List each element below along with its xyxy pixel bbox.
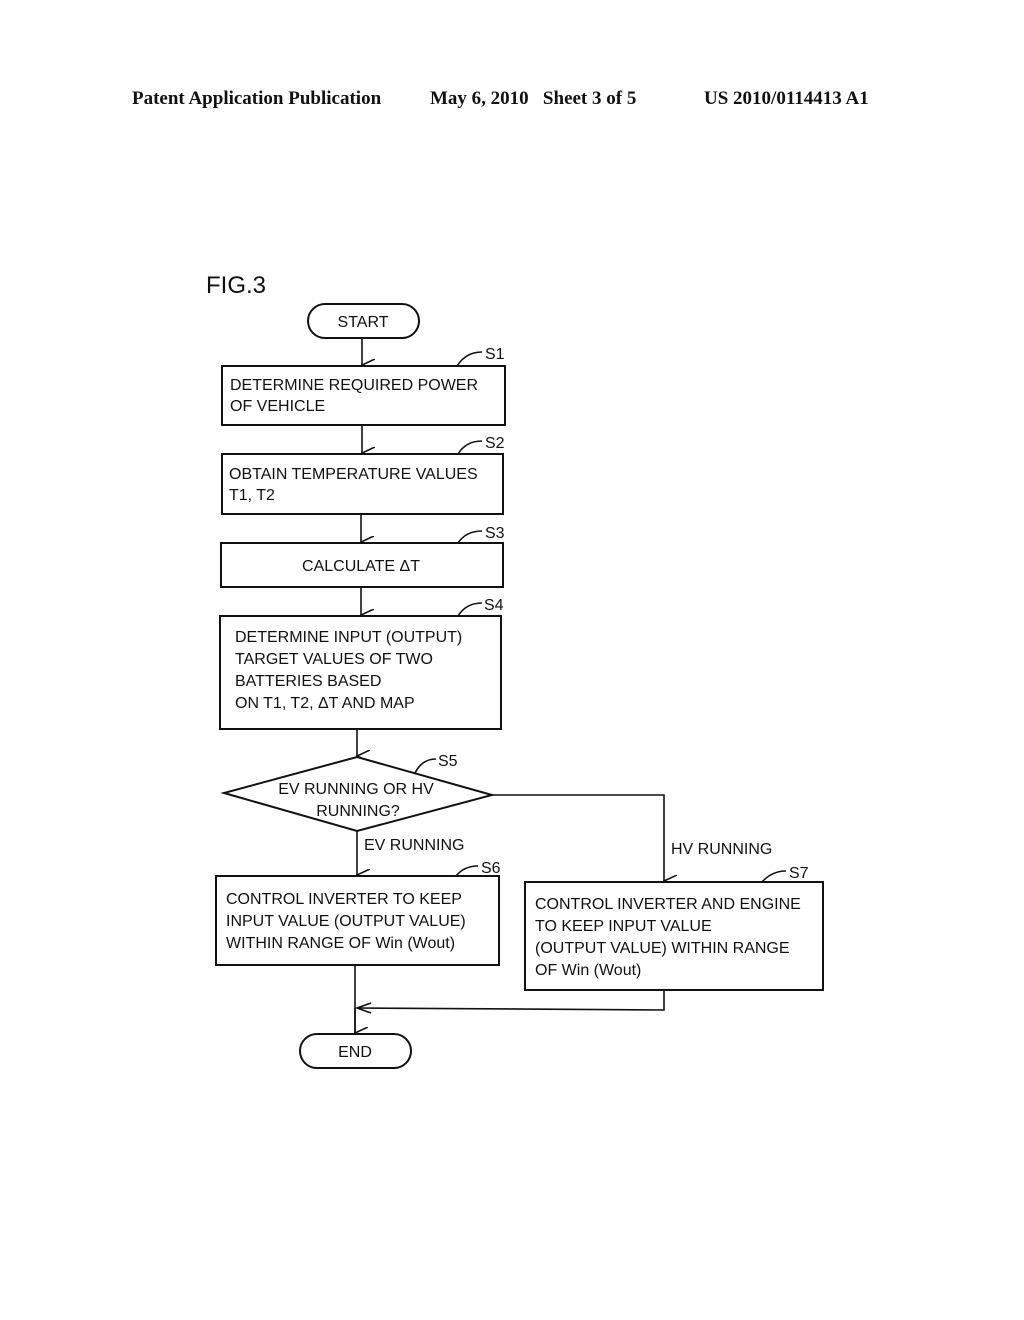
step-s3-line1: CALCULATE ΔT bbox=[302, 558, 420, 575]
decision-s5: EV RUNNING OR HV RUNNING? S5 bbox=[220, 753, 496, 833]
start-terminal: START bbox=[307, 303, 420, 339]
step-s1-line1: DETERMINE REQUIRED POWER bbox=[230, 377, 478, 394]
arrow-s5-s7 bbox=[492, 794, 664, 881]
decision-s5-leader bbox=[414, 758, 437, 774]
step-s6-leader bbox=[455, 865, 479, 877]
step-s3: CALCULATE ΔT S3 bbox=[220, 525, 505, 588]
step-s4-line3: BATTERIES BASED bbox=[235, 673, 381, 690]
end-label: END bbox=[338, 1044, 372, 1061]
step-s4-line4: ON T1, T2, ΔT AND MAP bbox=[235, 695, 415, 712]
step-s7-line3: (OUTPUT VALUE) WITHIN RANGE bbox=[535, 940, 790, 957]
step-s2-id: S2 bbox=[485, 435, 505, 452]
decision-s5-line1: EV RUNNING OR HV bbox=[278, 781, 434, 798]
step-s7-line4: OF Win (Wout) bbox=[535, 962, 641, 979]
step-s2-line2: T1, T2 bbox=[229, 487, 275, 504]
step-s4-line2: TARGET VALUES OF TWO bbox=[235, 651, 433, 668]
step-s6-line3: WITHIN RANGE OF Win (Wout) bbox=[226, 935, 455, 952]
step-s6-line2: INPUT VALUE (OUTPUT VALUE) bbox=[226, 913, 466, 930]
step-s4-line1: DETERMINE INPUT (OUTPUT) bbox=[235, 629, 462, 646]
step-s4: DETERMINE INPUT (OUTPUT) TARGET VALUES O… bbox=[219, 597, 504, 730]
step-s7: CONTROL INVERTER AND ENGINE TO KEEP INPU… bbox=[524, 865, 824, 991]
step-s6-line1: CONTROL INVERTER TO KEEP bbox=[226, 891, 462, 908]
step-s6: CONTROL INVERTER TO KEEP INPUT VALUE (OU… bbox=[215, 860, 501, 966]
branch-label-ev: EV RUNNING bbox=[364, 837, 464, 854]
step-s7-leader bbox=[761, 870, 787, 883]
start-label: START bbox=[338, 314, 389, 331]
step-s4-leader bbox=[457, 602, 483, 617]
flowchart: FIG.3 START DETERMINE REQUIRED POWER OF … bbox=[206, 272, 824, 1069]
step-s7-id: S7 bbox=[789, 865, 809, 882]
figure-label: FIG.3 bbox=[206, 272, 266, 299]
line-s7-merge bbox=[357, 990, 665, 1011]
step-s3-id: S3 bbox=[485, 525, 505, 542]
step-s1-box bbox=[221, 365, 506, 426]
step-s1-leader bbox=[456, 351, 483, 367]
decision-s5-id: S5 bbox=[438, 753, 458, 770]
step-s2-line1: OBTAIN TEMPERATURE VALUES bbox=[229, 466, 478, 483]
step-s2: OBTAIN TEMPERATURE VALUES T1, T2 S2 bbox=[221, 435, 505, 515]
end-terminal: END bbox=[299, 1033, 412, 1069]
step-s7-line2: TO KEEP INPUT VALUE bbox=[535, 918, 712, 935]
step-s2-leader bbox=[457, 440, 483, 455]
step-s6-id: S6 bbox=[481, 860, 501, 877]
step-s1-id: S1 bbox=[485, 346, 505, 363]
step-s1: DETERMINE REQUIRED POWER OF VEHICLE S1 bbox=[221, 346, 506, 426]
decision-s5-line2: RUNNING? bbox=[316, 803, 400, 820]
step-s3-leader bbox=[457, 530, 483, 544]
step-s2-box bbox=[221, 453, 504, 515]
step-s7-line1: CONTROL INVERTER AND ENGINE bbox=[535, 896, 801, 913]
branch-label-hv: HV RUNNING bbox=[671, 841, 772, 858]
step-s4-id: S4 bbox=[484, 597, 504, 614]
step-s1-line2: OF VEHICLE bbox=[230, 398, 325, 415]
